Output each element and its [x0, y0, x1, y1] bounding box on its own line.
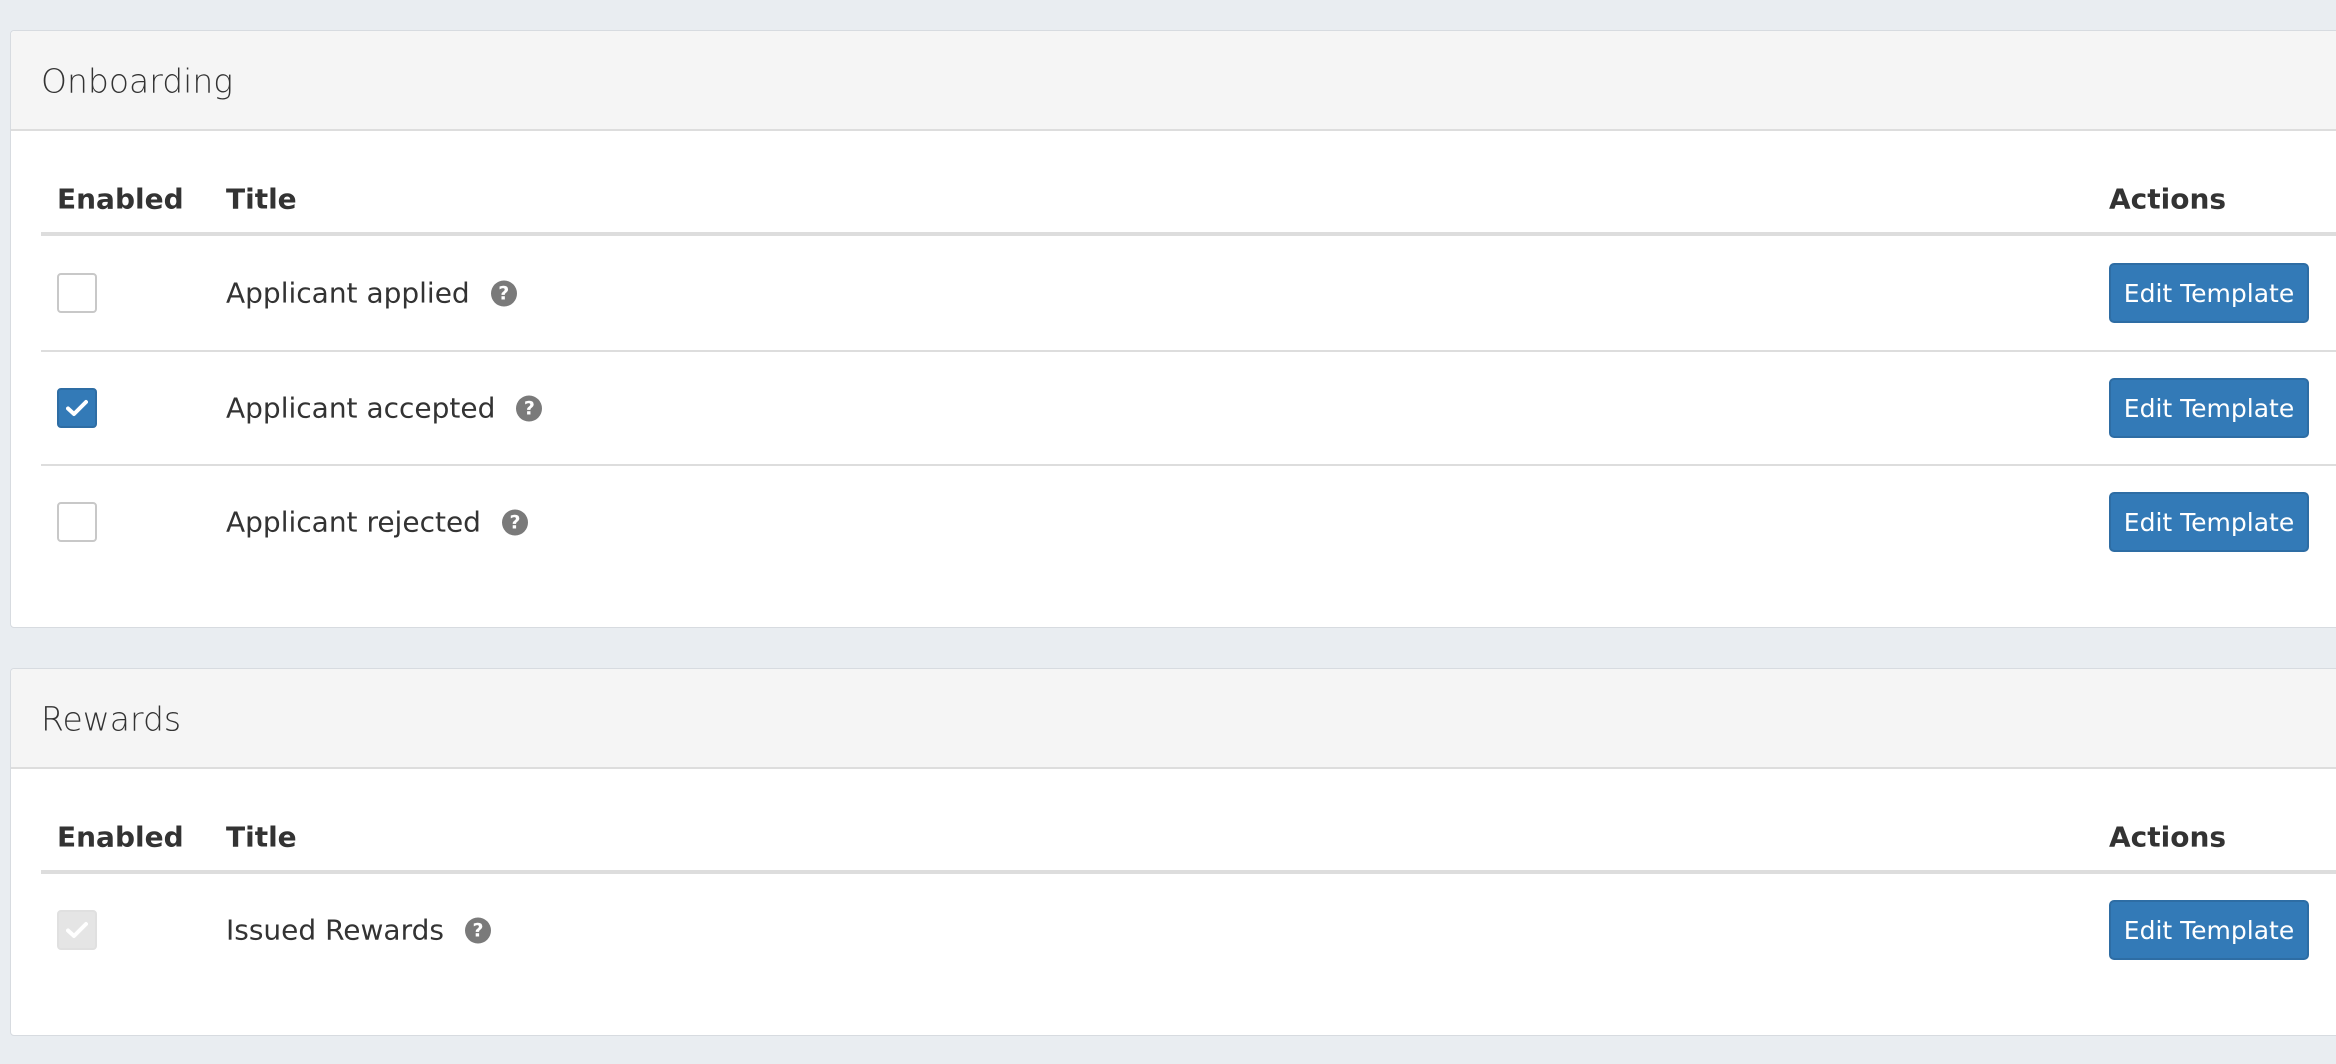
row-title-cell: Applicant rejected ? [226, 506, 528, 539]
edit-template-button[interactable]: Edit Template [2109, 378, 2309, 438]
row-title-cell: Applicant accepted ? [226, 391, 543, 425]
enabled-checkbox [57, 910, 97, 950]
column-header-actions: Actions [2109, 820, 2227, 854]
onboarding-panel: Onboarding Enabled Title Actions Applica… [10, 30, 2336, 628]
enabled-checkbox[interactable] [57, 502, 97, 542]
rewards-panel: Rewards Enabled Title Actions Issued Rew… [10, 668, 2336, 1036]
question-circle-icon[interactable]: ? [464, 917, 491, 943]
column-header-actions: Actions [2109, 182, 2227, 216]
row-title: Applicant rejected [226, 505, 481, 539]
panel-header: Onboarding [11, 31, 2336, 131]
checkmark-icon [66, 922, 88, 938]
question-circle-icon[interactable]: ? [516, 395, 543, 421]
edit-template-button[interactable]: Edit Template [2109, 263, 2309, 323]
table-row: Applicant applied ? Edit Template [41, 236, 2336, 350]
edit-template-button[interactable]: Edit Template [2109, 900, 2309, 960]
panel-title: Onboarding [41, 61, 234, 101]
panel-title: Rewards [41, 699, 182, 739]
row-title: Applicant accepted [226, 391, 496, 425]
edit-template-button[interactable]: Edit Template [2109, 492, 2309, 552]
checkmark-icon [66, 400, 88, 416]
column-header-enabled: Enabled [57, 182, 184, 216]
table-row: Issued Rewards ? Edit Template [41, 874, 2336, 986]
table-row: Applicant rejected ? Edit Template [41, 464, 2336, 578]
table-header: Enabled Title Actions [41, 769, 2336, 874]
question-circle-icon[interactable]: ? [490, 280, 517, 306]
notifications-table: Enabled Title Actions Issued Rewards ? E… [41, 769, 2336, 986]
column-header-title: Title [226, 820, 297, 854]
row-title: Issued Rewards [226, 913, 444, 947]
enabled-checkbox[interactable] [57, 388, 97, 428]
table-row: Applicant accepted ? Edit Template [41, 350, 2336, 464]
notifications-table: Enabled Title Actions Applicant applied … [41, 131, 2336, 578]
row-title-cell: Applicant applied ? [226, 277, 517, 310]
enabled-checkbox[interactable] [57, 273, 97, 313]
row-title: Applicant applied [226, 276, 470, 310]
column-header-enabled: Enabled [57, 820, 184, 854]
row-title-cell: Issued Rewards ? [226, 914, 491, 947]
table-header: Enabled Title Actions [41, 131, 2336, 236]
column-header-title: Title [226, 182, 297, 216]
question-circle-icon[interactable]: ? [501, 509, 528, 535]
panel-header: Rewards [11, 669, 2336, 769]
